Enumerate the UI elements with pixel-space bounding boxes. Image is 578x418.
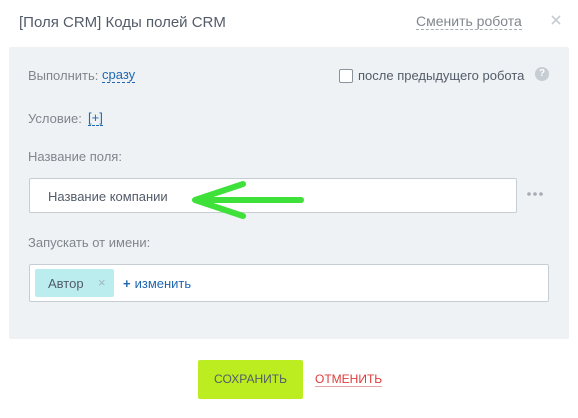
- condition-add-link[interactable]: [+]: [88, 111, 103, 126]
- close-icon[interactable]: [549, 13, 563, 27]
- execute-value-link[interactable]: сразу: [102, 68, 136, 83]
- settings-panel: Выполнить: сразу после предыдущего робот…: [9, 47, 569, 339]
- field-name-value: Название компании: [48, 189, 168, 204]
- execute-label: Выполнить:: [28, 68, 99, 83]
- more-dots-icon[interactable]: [526, 187, 544, 201]
- user-tag: Автор ×: [35, 269, 114, 297]
- dialog-titlebar: [Поля CRM] Коды полей CRM Сменить робота: [0, 0, 578, 44]
- save-button[interactable]: СОХРАНИТЬ: [198, 360, 303, 399]
- dialog-title: [Поля CRM] Коды полей CRM: [19, 14, 226, 31]
- remove-tag-icon[interactable]: ×: [98, 275, 106, 290]
- plus-icon: +: [123, 276, 131, 291]
- change-user-link[interactable]: + изменить: [123, 276, 191, 291]
- help-icon[interactable]: ?: [535, 67, 549, 81]
- robot-settings-dialog: [Поля CRM] Коды полей CRM Сменить робота…: [0, 0, 578, 418]
- user-tag-label: Автор: [48, 276, 84, 291]
- run-as-label: Запускать от имени:: [28, 235, 151, 250]
- field-name-label: Название поля:: [28, 149, 122, 164]
- after-previous-label[interactable]: после предыдущего робота: [358, 68, 524, 83]
- condition-label: Условие:: [28, 111, 82, 126]
- cancel-button[interactable]: ОТМЕНИТЬ: [315, 373, 383, 387]
- change-robot-link[interactable]: Сменить робота: [416, 14, 522, 30]
- run-as-user-box[interactable]: Автор × + изменить: [29, 264, 549, 302]
- field-name-input[interactable]: Название компании: [29, 178, 517, 213]
- after-previous-checkbox[interactable]: [339, 69, 353, 83]
- change-user-label: изменить: [134, 276, 192, 291]
